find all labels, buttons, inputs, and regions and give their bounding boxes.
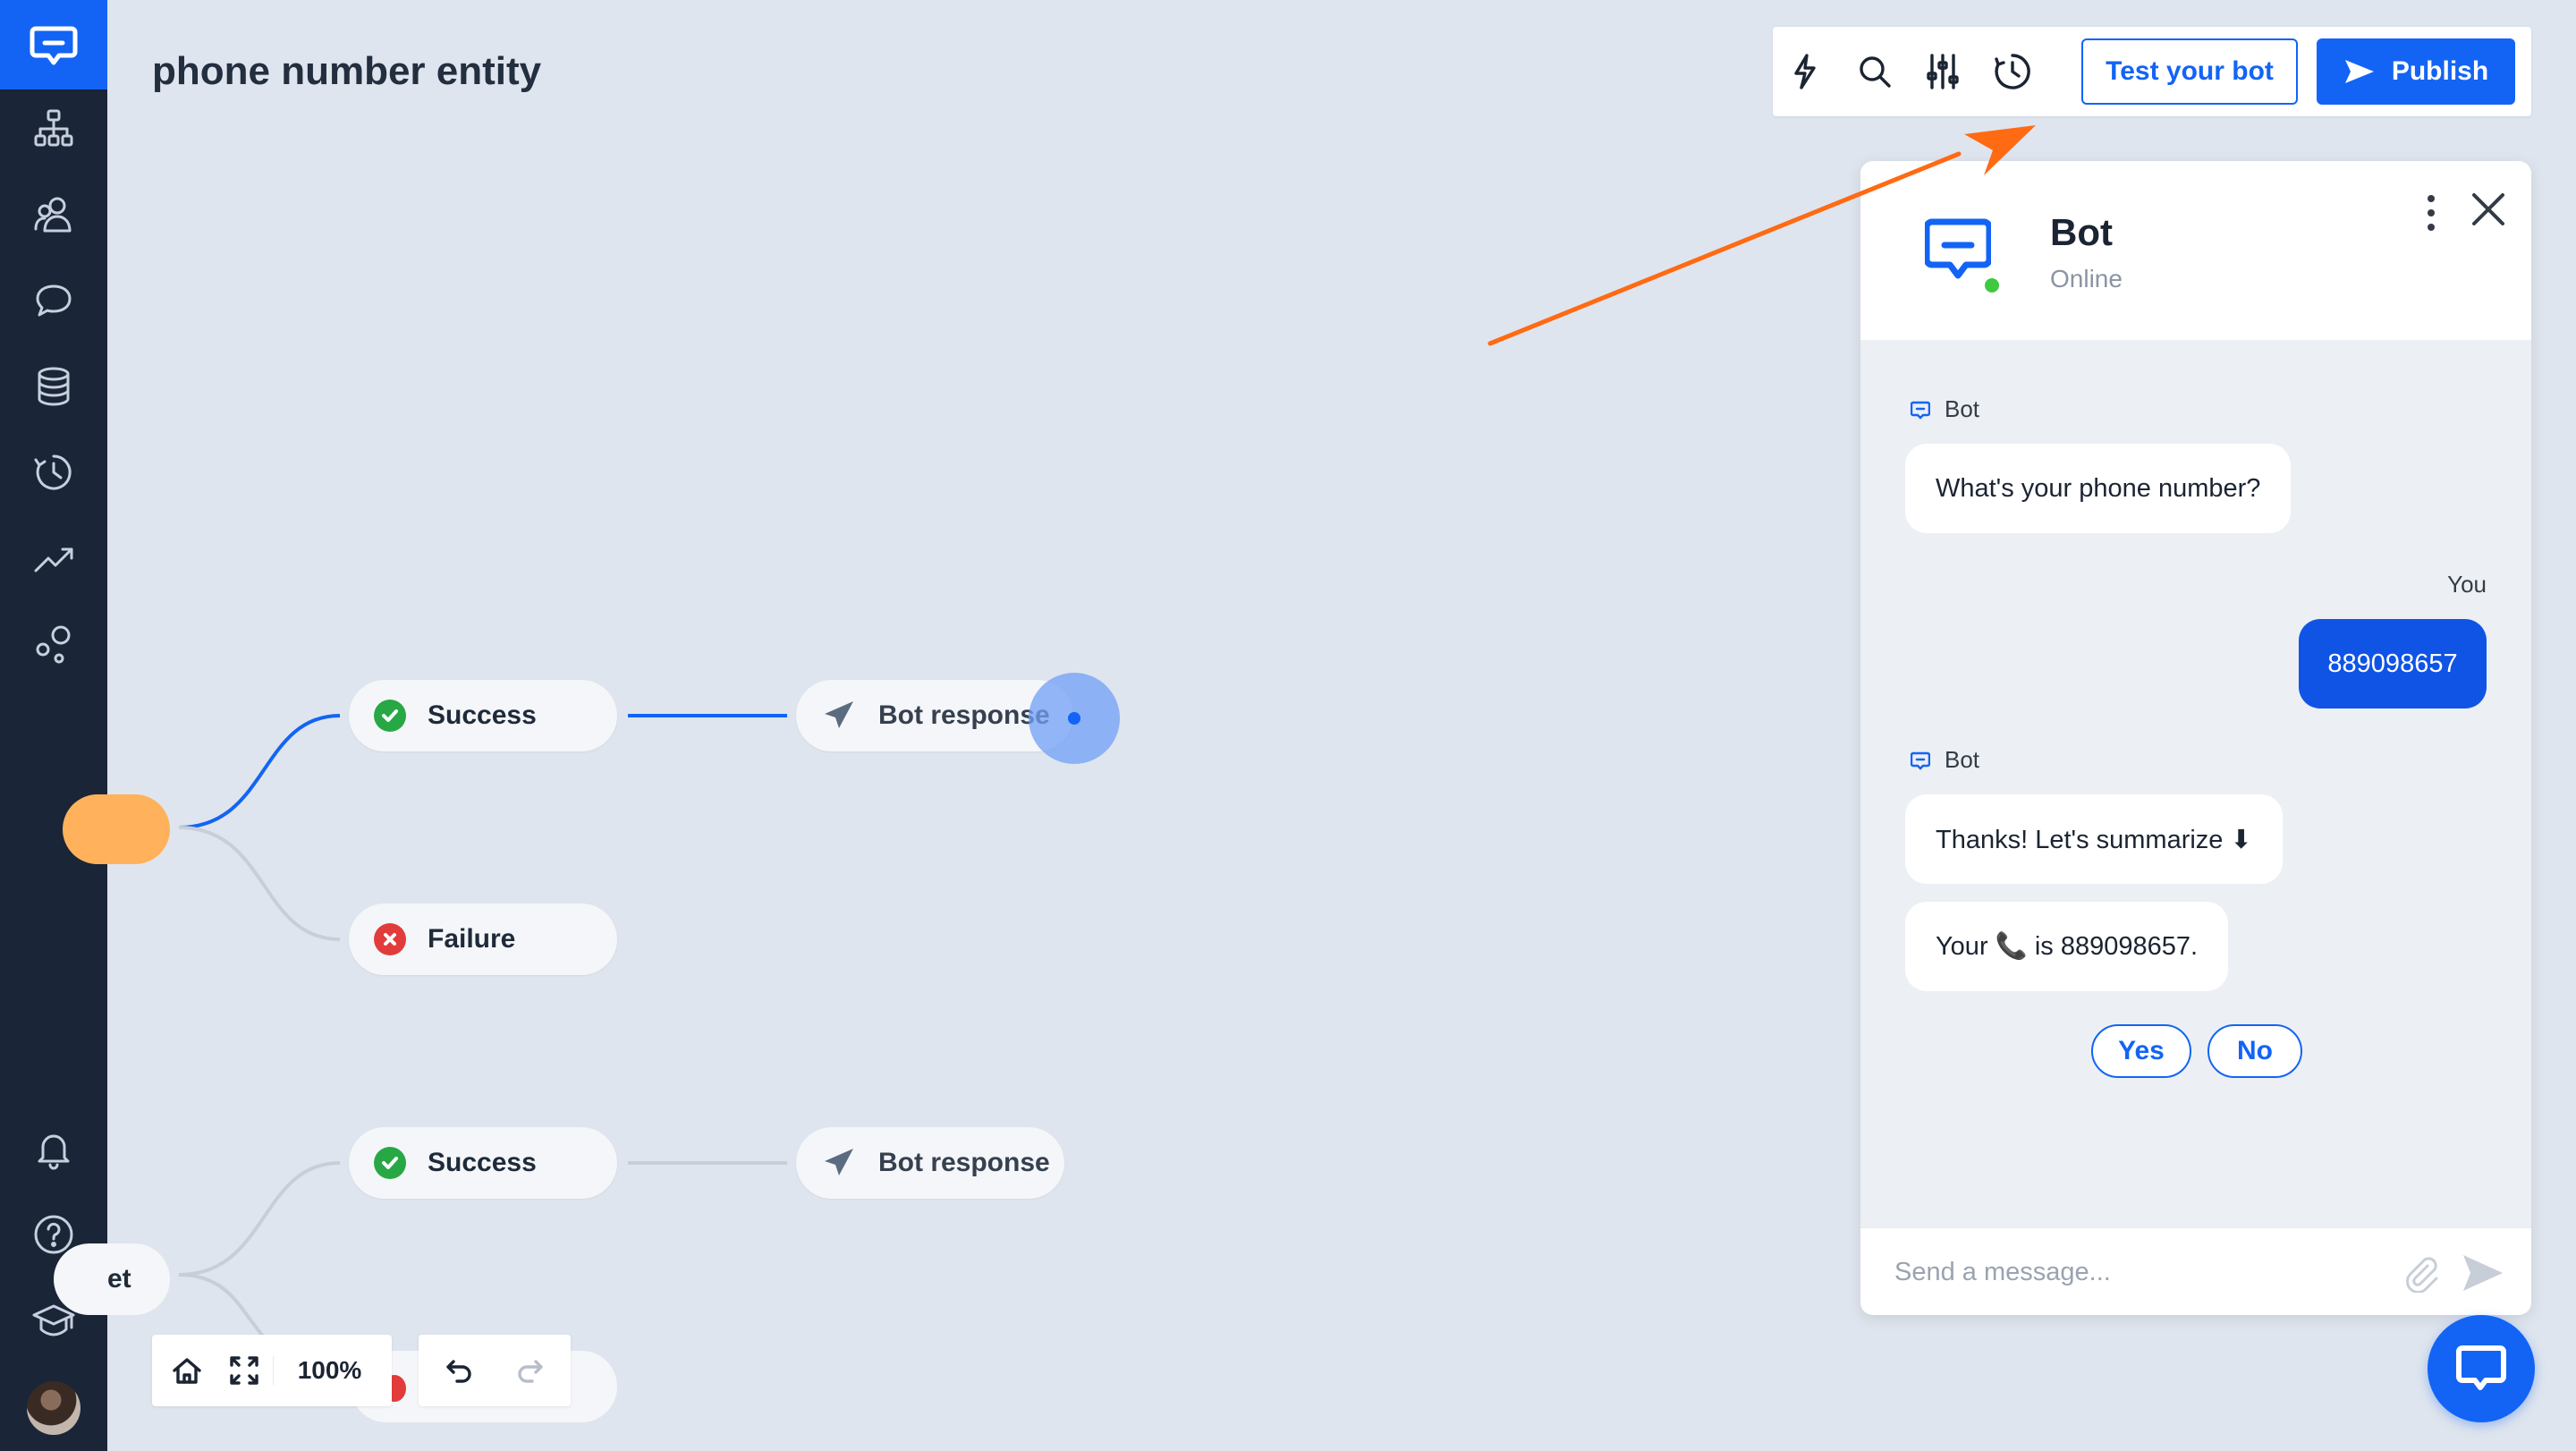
more-options-icon[interactable] [2413,188,2449,238]
publish-button[interactable]: Publish [2317,38,2515,105]
undo-icon[interactable] [419,1335,495,1406]
zoom-level: 100% [273,1356,386,1385]
fit-screen-icon[interactable] [216,1335,273,1406]
chatbot-logo-icon [30,26,78,65]
message-sender: Bot [1911,395,1979,423]
bot-message-bubble: Thanks! Let's summarize ⬇ [1905,794,2283,884]
toolbar: Test your bot Publish [1773,27,2531,116]
chat-header: Bot Online [1860,161,2531,340]
success-node[interactable]: Success [349,1127,617,1199]
redo-icon[interactable] [495,1335,570,1406]
sidebar [0,0,107,1451]
bot-message-bubble: Your 📞 is 889098657. [1905,902,2229,991]
bot-mini-icon [1911,401,1930,420]
send-message-icon[interactable] [2462,1253,2504,1293]
x-icon [374,923,406,955]
analytics-icon[interactable] [27,531,80,585]
zoom-controls: 100% [152,1335,571,1406]
bot-mini-icon [1911,751,1930,770]
bot-avatar-icon [1925,218,1991,279]
flow-icon[interactable] [27,102,80,156]
database-icon[interactable] [27,360,80,413]
send-icon [2344,60,2374,83]
history-icon[interactable] [27,445,80,499]
message-input[interactable] [1894,1250,2377,1294]
message-sender: Bot [1911,746,1979,774]
quick-reply-no[interactable]: No [2207,1024,2302,1078]
page-title: phone number entity [152,49,542,93]
node-label: Success [428,700,537,730]
message-sender: You [2447,571,2487,598]
check-icon [374,1147,406,1179]
users-icon[interactable] [27,188,80,242]
sliders-icon[interactable] [1921,50,1964,93]
quick-reply-yes[interactable]: Yes [2091,1024,2191,1078]
bot-message-bubble: What's your phone number? [1905,444,2292,533]
entry-node[interactable] [63,794,170,864]
success-node[interactable]: Success [349,680,617,751]
question-node[interactable]: et [54,1243,170,1315]
test-your-bot-button[interactable]: Test your bot [2081,38,2298,105]
check-icon [374,700,406,732]
node-label: Failure [428,924,516,954]
bot-status: Online [2050,265,2123,293]
close-icon[interactable] [2463,184,2513,234]
node-label: Success [428,1148,537,1177]
publish-label: Publish [2391,56,2489,86]
node-label: et [107,1264,131,1294]
attachment-icon[interactable] [2401,1253,2440,1294]
bell-icon[interactable] [27,1122,80,1175]
node-label: Bot response [878,700,1050,730]
message-composer [1860,1227,2531,1315]
chat-icon [2456,1345,2506,1390]
send-icon [821,698,857,734]
chat-launcher-button[interactable] [2428,1315,2535,1422]
user-message-bubble: 889098657 [2299,619,2487,709]
bot-response-node[interactable]: Bot response [796,1127,1064,1199]
home-icon[interactable] [158,1335,216,1406]
user-avatar[interactable] [27,1381,80,1435]
test-chat-panel: Bot Online Bot What's your phone number?… [1860,161,2531,1315]
send-icon [821,1145,857,1181]
bot-name: Bot [2050,211,2113,253]
connector-handle[interactable] [1029,673,1120,764]
failure-node[interactable]: Failure [349,904,617,975]
app-logo[interactable] [0,0,107,89]
search-icon[interactable] [1853,50,1896,93]
integrations-icon[interactable] [27,617,80,671]
online-indicator [1982,276,2002,295]
chat-bubbles-icon[interactable] [27,274,80,327]
history-icon[interactable] [1991,50,2034,93]
node-label: Bot response [878,1148,1050,1177]
lightning-icon[interactable] [1784,50,1826,93]
